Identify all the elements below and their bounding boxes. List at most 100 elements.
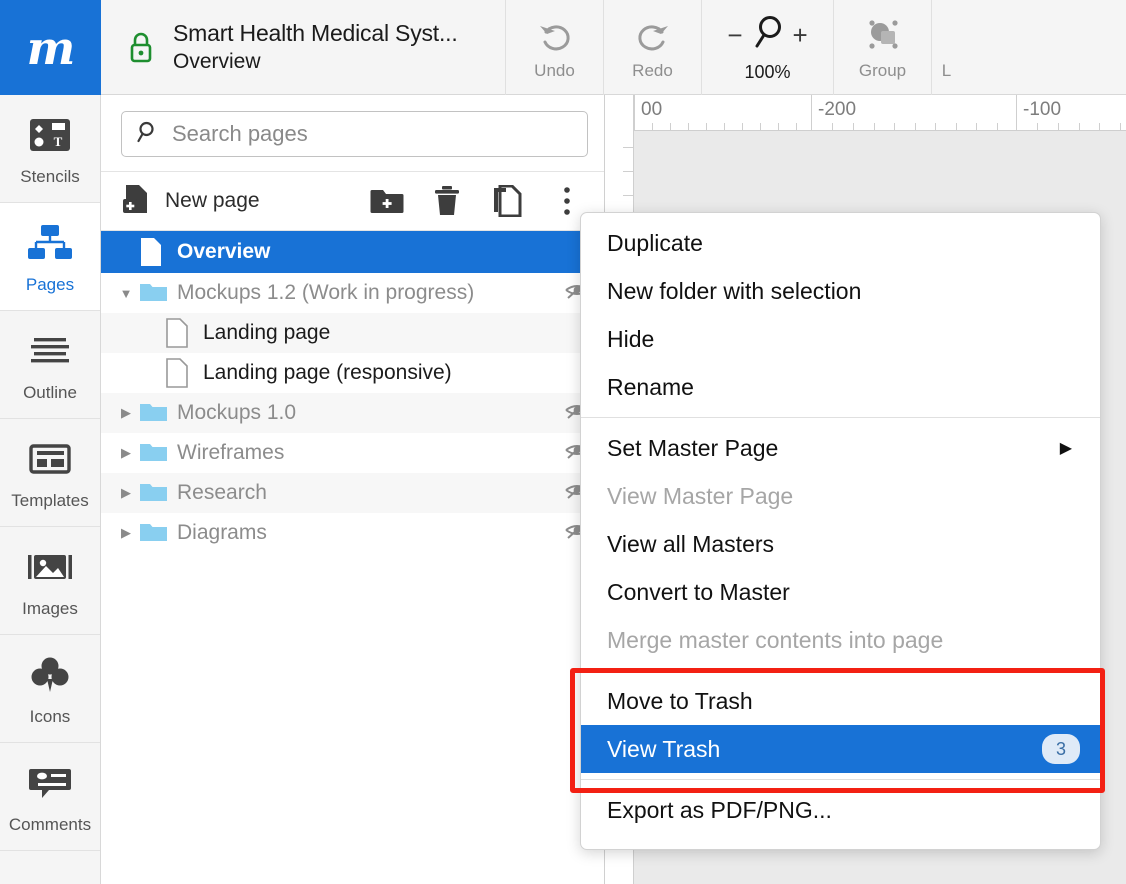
expander-right-icon[interactable]: ▶ (113, 485, 139, 501)
menu-item-convert-to-master[interactable]: Convert to Master (581, 568, 1100, 616)
search-placeholder: Search pages (172, 121, 308, 146)
sidebar-label-outline: Outline (23, 382, 77, 402)
menu-separator (581, 670, 1100, 671)
group-button[interactable]: Group (833, 0, 931, 95)
undo-button[interactable]: Undo (505, 0, 603, 95)
sidebar-label-comments: Comments (8, 814, 92, 834)
expander-right-icon[interactable]: ▶ (113, 445, 139, 461)
pages-tree: Overview ▼ Mockups 1.2 (Work in progress… (101, 231, 604, 553)
folder-icon (139, 441, 177, 465)
sidebar-label-stencils: Stencils (20, 166, 80, 186)
folder-icon (139, 481, 177, 505)
expander-right-icon[interactable]: ▶ (113, 525, 139, 541)
new-page-button[interactable]: New page (121, 183, 260, 220)
sidebar-item-icons[interactable]: Icons (0, 635, 100, 743)
comments-icon (26, 759, 74, 807)
sidebar-label-images: Images (22, 598, 78, 618)
menu-item-label: View Master Page (607, 482, 794, 509)
list-item-label: Mockups 1.2 (Work in progress) (177, 281, 475, 304)
search-input[interactable]: Search pages (121, 111, 588, 157)
menu-item-label: Export as PDF/PNG... (607, 796, 832, 823)
expander-down-icon[interactable]: ▼ (113, 286, 139, 301)
sidebar-label-templates: Templates (11, 490, 89, 510)
svg-text:T: T (54, 134, 63, 149)
redo-button[interactable]: Redo (603, 0, 701, 95)
sidebar-item-outline[interactable]: Outline (0, 311, 100, 419)
expander-right-icon[interactable]: ▶ (113, 405, 139, 421)
pages-icon (25, 219, 75, 267)
menu-item-duplicate[interactable]: Duplicate (581, 219, 1100, 267)
sidebar-item-stencils[interactable]: T Stencils (0, 95, 100, 203)
sidebar-item-comments[interactable]: Comments (0, 743, 100, 851)
zoom-in-button[interactable]: + (793, 22, 808, 48)
app-logo[interactable]: m (0, 0, 101, 95)
group-icon (861, 15, 905, 55)
lock-button-truncated[interactable]: L (931, 0, 961, 95)
list-item[interactable]: Landing page (responsive) (101, 353, 604, 393)
context-menu: Duplicate New folder with selection Hide… (580, 212, 1101, 850)
outline-icon (26, 327, 74, 375)
ruler-tick-label: -100 (1023, 99, 1062, 120)
list-item[interactable]: Overview (101, 231, 604, 273)
sidebar-label-pages: Pages (25, 274, 75, 294)
new-page-label: New page (165, 189, 260, 212)
page-file-icon (165, 318, 203, 348)
list-item[interactable]: ▶ Wireframes (101, 433, 604, 473)
group-label: Group (858, 60, 907, 80)
menu-item-label: Hide (607, 325, 655, 352)
sidebar-item-images[interactable]: Images (0, 527, 100, 635)
list-item[interactable]: ▶ Mockups 1.0 (101, 393, 604, 433)
page-subtitle: Overview (173, 50, 261, 73)
zoom-out-button[interactable]: − (727, 22, 742, 48)
menu-item-set-master-page[interactable]: Set Master Page ▶ (581, 424, 1100, 472)
list-item-label: Diagrams (177, 521, 267, 544)
list-item[interactable]: ▶ Research (101, 473, 604, 513)
zoom-level-label: 100% (744, 61, 791, 82)
menu-item-label: Move to Trash (607, 687, 753, 714)
search-container: Search pages (101, 95, 604, 171)
trash-icon[interactable] (422, 179, 472, 223)
folder-icon (139, 521, 177, 545)
sidebar-item-templates[interactable]: Templates (0, 419, 100, 527)
zoom-control[interactable]: − + 100% (701, 0, 833, 95)
list-item-label: Mockups 1.0 (177, 401, 297, 424)
left-sidebar: T Stencils Pages Outline Templates Image… (0, 95, 101, 884)
list-item[interactable]: ▼ Mockups 1.2 (Work in progress) (101, 273, 604, 313)
menu-item-move-to-trash[interactable]: Move to Trash (581, 677, 1100, 725)
list-item-label: Overview (177, 240, 271, 263)
undo-icon (536, 15, 574, 55)
list-item[interactable]: Landing page (101, 313, 604, 353)
sidebar-item-pages[interactable]: Pages (0, 203, 100, 311)
templates-icon (26, 435, 74, 483)
pages-panel: Search pages New page Overview ▼ Mockups… (101, 95, 605, 884)
menu-separator (581, 779, 1100, 780)
menu-item-label: Set Master Page (607, 434, 779, 461)
menu-item-new-folder-with-selection[interactable]: New folder with selection (581, 267, 1100, 315)
redo-icon (634, 15, 672, 55)
menu-item-hide[interactable]: Hide (581, 315, 1100, 363)
submenu-arrow-icon: ▶ (1059, 440, 1072, 457)
duplicate-icon[interactable] (482, 179, 532, 223)
menu-item-view-all-masters[interactable]: View all Masters (581, 520, 1100, 568)
pages-toolbar: New page (101, 171, 604, 231)
document-title-block: Smart Health Medical Syst... Overview (101, 0, 505, 94)
menu-item-label: Rename (607, 373, 694, 400)
ruler-segment: -100 (1016, 95, 1126, 131)
list-item-label: Research (177, 481, 267, 504)
images-icon (25, 543, 75, 591)
page-title: Smart Health Medical Syst... (173, 20, 458, 46)
menu-item-label: Convert to Master (607, 578, 790, 605)
new-folder-icon[interactable] (362, 179, 412, 223)
menu-item-export-as-pdf-png[interactable]: Export as PDF/PNG... (581, 786, 1100, 834)
ruler-corner (605, 95, 634, 131)
search-icon (136, 120, 160, 149)
menu-item-view-trash[interactable]: View Trash 3 (581, 725, 1100, 773)
menu-item-rename[interactable]: Rename (581, 363, 1100, 411)
ruler-segment: 00 (634, 95, 811, 131)
list-item[interactable]: ▶ Diagrams (101, 513, 604, 553)
zoom-magnifier-icon (751, 13, 785, 58)
list-item-label: Wireframes (177, 441, 285, 464)
menu-item-label: View Trash (607, 735, 721, 762)
menu-item-label: View all Masters (607, 530, 775, 557)
menu-item-view-master-page: View Master Page (581, 472, 1100, 520)
